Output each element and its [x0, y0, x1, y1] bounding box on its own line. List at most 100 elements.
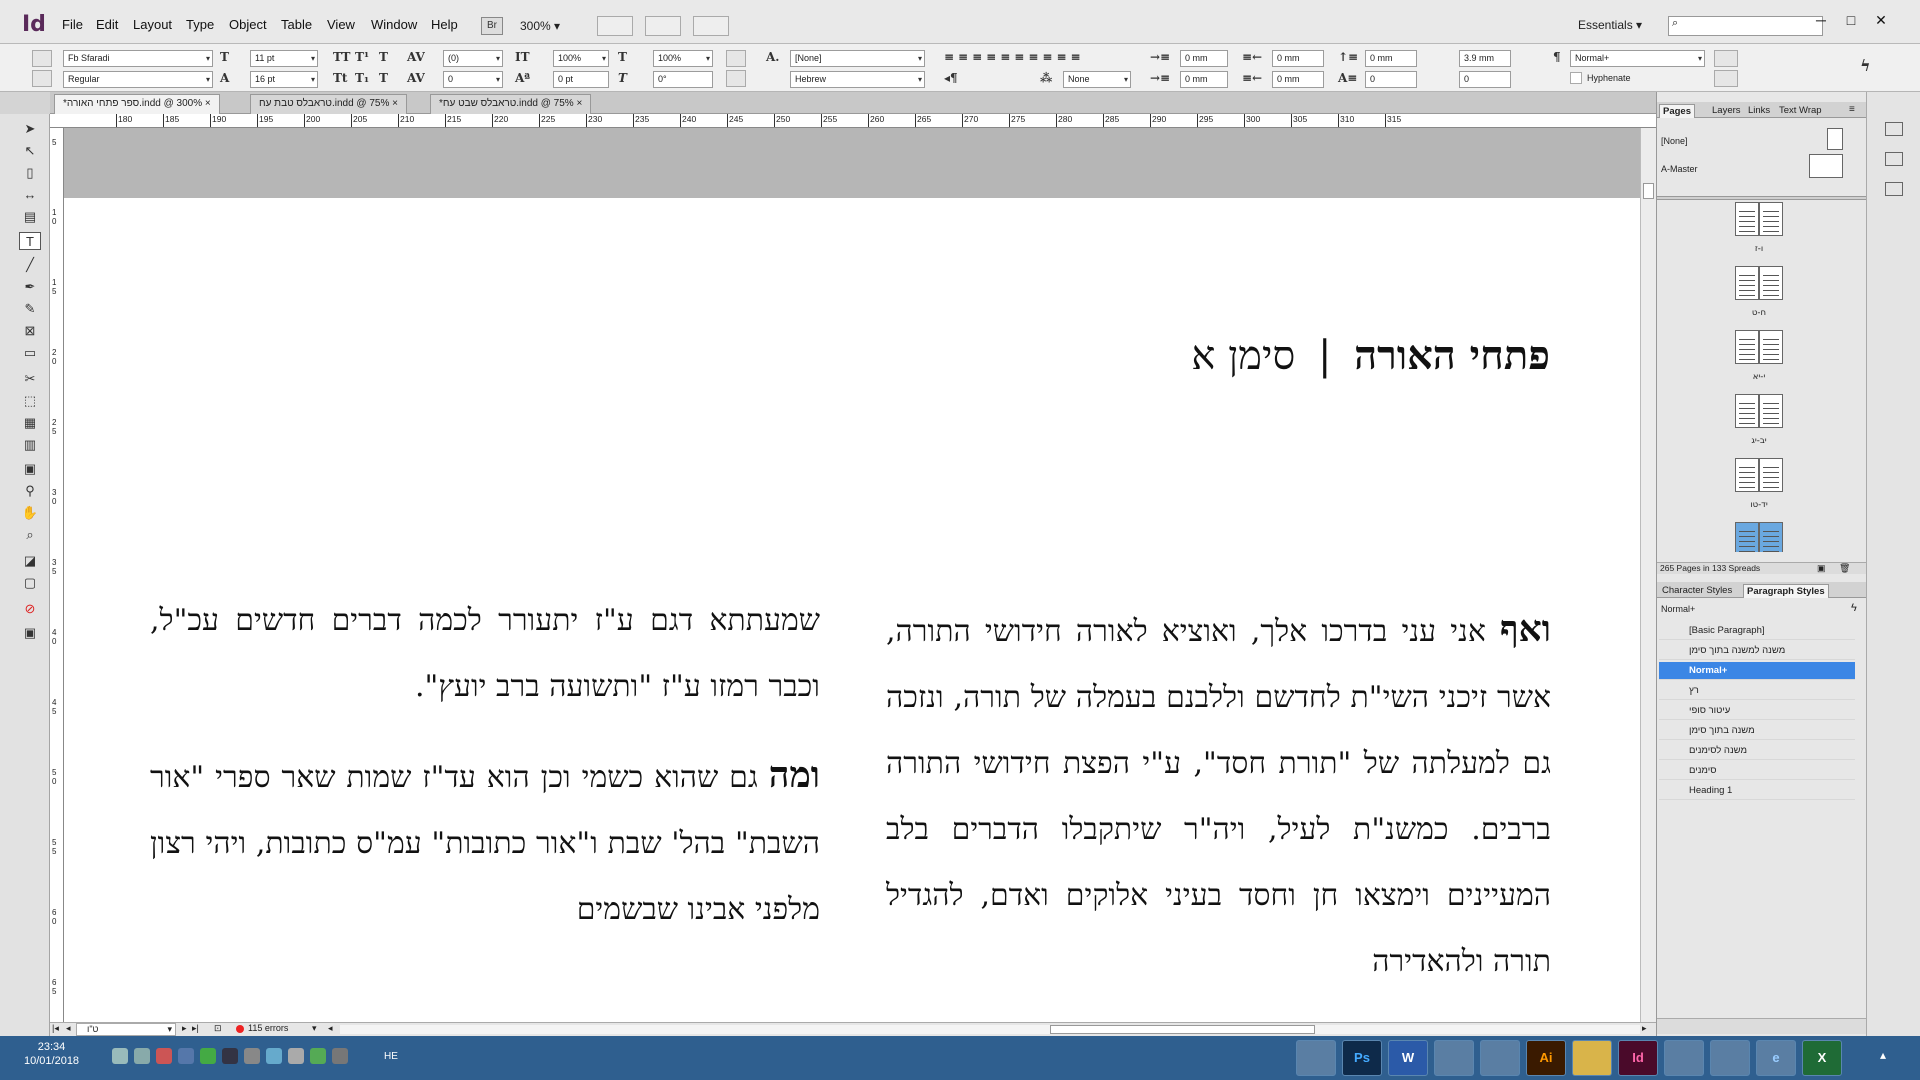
screen-mode-button[interactable]: [645, 16, 681, 36]
horizontal-ruler[interactable]: 180 185 190 195 200 205 210 215 220 225 230 235 240 2…: [50, 114, 1656, 128]
paragraph-style-select[interactable]: Normal+ ▾: [1570, 50, 1705, 67]
a-master-thumb[interactable]: [1809, 154, 1843, 178]
menu-help[interactable]: Help: [431, 17, 458, 32]
close-button[interactable]: ✕: [1868, 10, 1894, 30]
paragraph-style-item[interactable]: עיטור סופי: [1659, 702, 1855, 720]
paragraph-style-item[interactable]: משנה בתוך סימן: [1659, 722, 1855, 740]
font-size-field[interactable]: 11 pt ▾: [250, 50, 318, 67]
zoom-level-select[interactable]: 300% ▾: [520, 17, 572, 35]
character-style-select[interactable]: [None] ▾: [790, 50, 925, 67]
space-after-field[interactable]: 3.9 mm: [1459, 50, 1511, 67]
panel-icon-stroke[interactable]: [1885, 122, 1903, 136]
tab-pages[interactable]: Pages: [1659, 104, 1695, 118]
text-column-right[interactable]: ואף אני עני בדרכו אלך, ואוציא לאורה חידו…: [886, 596, 1551, 1026]
network-icon[interactable]: [134, 1048, 150, 1064]
scroll-thumb[interactable]: [1643, 183, 1654, 199]
taskbar-photoshop-icon[interactable]: Ps: [1342, 1040, 1382, 1076]
tray-app-icon[interactable]: [156, 1048, 172, 1064]
subscript-icon[interactable]: T₁: [355, 71, 369, 85]
direction-icon[interactable]: ◂¶: [944, 71, 958, 85]
paragraph-formatting-icon[interactable]: [32, 70, 52, 87]
paragraph-style-item[interactable]: Heading 1: [1659, 782, 1855, 800]
space-before-field[interactable]: 0 mm: [1365, 50, 1417, 67]
strikethrough-icon[interactable]: T: [379, 71, 388, 85]
page-spread-label[interactable]: יד-טו: [1739, 500, 1779, 510]
preflight-menu-icon[interactable]: ▾: [312, 1023, 317, 1034]
rectangle-frame-tool-icon[interactable]: ⊠: [19, 322, 41, 340]
taskbar-app-generic[interactable]: [1710, 1040, 1750, 1076]
delete-page-icon[interactable]: 🗑: [1839, 563, 1850, 574]
page-tool-icon[interactable]: ▯: [19, 164, 41, 182]
bridge-button[interactable]: Br: [481, 17, 503, 35]
indesign-logo-icon[interactable]: Id: [22, 12, 46, 37]
first-page-icon[interactable]: |◂: [52, 1023, 59, 1034]
kerning-field[interactable]: (0) ▾: [443, 50, 503, 67]
minimize-button[interactable]: ─: [1808, 10, 1834, 30]
show-desktop-icon[interactable]: ▴: [1880, 1048, 1886, 1062]
tab-paragraph-styles[interactable]: Paragraph Styles: [1743, 584, 1829, 598]
line-tool-icon[interactable]: ╱: [19, 256, 41, 274]
type-tool-icon[interactable]: T: [19, 232, 41, 250]
page-spread-thumb[interactable]: [1735, 330, 1785, 368]
lightning-icon[interactable]: ϟ: [1851, 602, 1857, 614]
language-indicator[interactable]: HE: [384, 1051, 398, 1062]
stroke-color-icon[interactable]: [726, 70, 746, 87]
tray-app-icon[interactable]: [178, 1048, 194, 1064]
hscroll-thumb[interactable]: [1050, 1025, 1315, 1034]
panel-icon-swatches[interactable]: [1885, 152, 1903, 166]
close-tab-icon[interactable]: ×: [392, 98, 398, 109]
new-page-icon[interactable]: ▣: [1817, 563, 1826, 574]
pencil-tool-icon[interactable]: ✎: [19, 300, 41, 318]
taskbar-ie-icon[interactable]: e: [1756, 1040, 1796, 1076]
arrange-documents-button[interactable]: [693, 16, 729, 36]
taskbar-indesign-icon[interactable]: Id: [1618, 1040, 1658, 1076]
next-page-icon[interactable]: ▸: [182, 1023, 187, 1034]
none-master-label[interactable]: [None]: [1661, 136, 1688, 146]
paragraph-style-item[interactable]: משנה למשנה בתוך סימן: [1659, 642, 1855, 660]
selection-tool-icon[interactable]: ➤: [19, 120, 41, 138]
none-master-thumb[interactable]: [1827, 128, 1843, 150]
menu-edit[interactable]: Edit: [96, 17, 118, 32]
page-thumb-left[interactable]: [1735, 522, 1759, 552]
leading-field[interactable]: 16 pt ▾: [250, 71, 318, 88]
tab-document-3[interactable]: *טראבלס שבט עח.indd @ 75% ×: [430, 94, 592, 114]
text-column-left[interactable]: שמעתתא דגם ע"ז יתעורר לכמה דברים חדשים ע…: [150, 588, 820, 1022]
pen-tool-icon[interactable]: ✒: [19, 278, 41, 296]
workspace-switcher[interactable]: Essentials ▾: [1578, 18, 1642, 32]
page-thumb-right[interactable]: [1759, 458, 1783, 492]
page-spread-thumb[interactable]: [1735, 266, 1785, 304]
tab-text-wrap[interactable]: Text Wrap: [1776, 104, 1825, 118]
baseline-shift-field[interactable]: 0 pt: [553, 71, 609, 88]
close-tab-icon[interactable]: ×: [205, 98, 211, 109]
tab-document-1[interactable]: *ספר פתחי האורה.indd @ 300% ×: [54, 94, 220, 114]
apply-none-icon[interactable]: ⊘: [19, 600, 41, 618]
justification-select[interactable]: None ▾: [1063, 71, 1131, 88]
hyphenate-checkbox[interactable]: [1570, 72, 1582, 84]
menu-object[interactable]: Object: [229, 17, 267, 32]
left-indent-field[interactable]: 0 mm: [1180, 50, 1228, 67]
tray-app-icon[interactable]: [244, 1048, 260, 1064]
menu-window[interactable]: Window: [371, 17, 417, 32]
hscroll-left-icon[interactable]: ◂: [328, 1023, 333, 1034]
page-thumb-left[interactable]: [1735, 458, 1759, 492]
fill-stroke-icon[interactable]: ◪: [19, 552, 41, 570]
page-thumb-left[interactable]: [1735, 394, 1759, 428]
open-page-icon[interactable]: ⊡: [214, 1023, 222, 1034]
taskbar-word-icon[interactable]: W: [1388, 1040, 1428, 1076]
taskbar-illustrator-icon[interactable]: Ai: [1526, 1040, 1566, 1076]
page-spread-label[interactable]: ח-ט: [1739, 308, 1779, 318]
gradient-feather-tool-icon[interactable]: ▥: [19, 436, 41, 454]
menu-file[interactable]: File: [62, 17, 83, 32]
tray-app-icon[interactable]: [332, 1048, 348, 1064]
paragraph-style-item[interactable]: סימנים: [1659, 762, 1855, 780]
font-family-select[interactable]: Fb Sfaradi ▾: [63, 50, 213, 67]
zoom-tool-icon[interactable]: ⌕: [19, 526, 41, 544]
hand-tool-icon[interactable]: ✋: [19, 504, 41, 522]
tab-character-styles[interactable]: Character Styles: [1659, 584, 1735, 598]
underline-icon[interactable]: T: [379, 50, 388, 64]
menu-type[interactable]: Type: [186, 17, 214, 32]
vertical-scale-field[interactable]: 100% ▾: [553, 50, 609, 67]
clock[interactable]: 23:34 10/01/2018: [24, 1040, 79, 1068]
maximize-button[interactable]: □: [1838, 10, 1864, 30]
columns-button[interactable]: [1714, 70, 1738, 87]
